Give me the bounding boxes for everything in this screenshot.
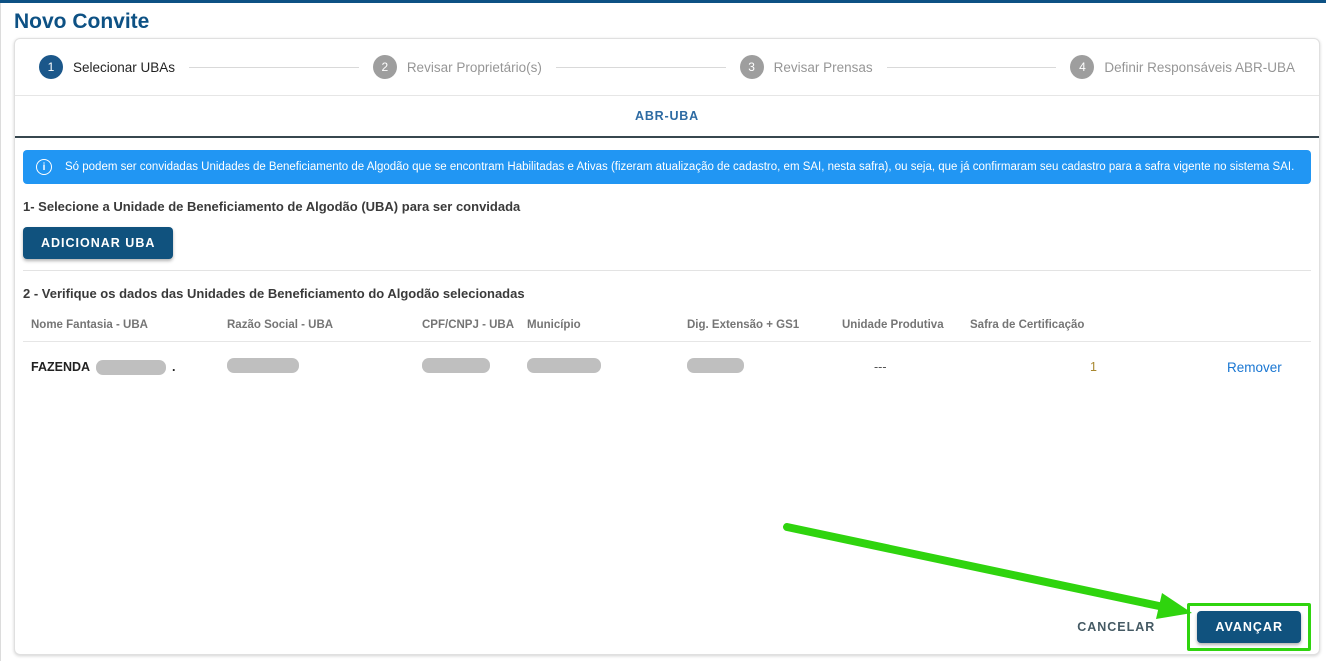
step-selecionar-ubas[interactable]: 1 Selecionar UBAs <box>39 55 175 79</box>
step-1-label: Selecionar UBAs <box>73 60 175 75</box>
step-2-label: Revisar Proprietário(s) <box>407 60 542 75</box>
cell-actions: Remover <box>1135 360 1311 375</box>
cell-dig-extensao-gs1 <box>687 358 842 376</box>
info-icon: i <box>36 159 52 175</box>
step-definir-responsaveis[interactable]: 4 Definir Responsáveis ABR-UBA <box>1070 55 1295 79</box>
info-banner-text: Só podem ser convidadas Unidades de Bene… <box>65 161 1294 173</box>
page-title: Novo Convite <box>14 10 1326 34</box>
cell-municipio <box>527 358 687 376</box>
cell-unidade-produtiva: --- <box>842 360 970 374</box>
new-invite-card: 1 Selecionar UBAs 2 Revisar Proprietário… <box>14 38 1320 655</box>
stepper: 1 Selecionar UBAs 2 Revisar Proprietário… <box>15 39 1319 96</box>
tab-abr-uba[interactable]: ABR-UBA <box>635 109 699 123</box>
cell-safra-certificacao: 1 <box>970 360 1135 374</box>
col-header-cpf-cnpj: CPF/CNPJ - UBA <box>422 319 527 331</box>
col-header-razao-social: Razão Social - UBA <box>227 319 422 331</box>
step-3-label: Revisar Prensas <box>774 60 873 75</box>
remover-link[interactable]: Remover <box>1227 360 1282 375</box>
step-connector <box>887 67 1057 68</box>
section-2-label: 2 - Verifique os dados das Unidades de B… <box>23 286 1311 301</box>
section-divider <box>23 270 1311 271</box>
redacted-value <box>96 360 166 375</box>
table-row: FAZENDA . --- 1 Remover <box>23 342 1311 392</box>
step-3-badge: 3 <box>740 55 764 79</box>
step-connector <box>556 67 726 68</box>
top-accent-line <box>0 0 1326 3</box>
redacted-value <box>527 358 601 373</box>
step-2-badge: 2 <box>373 55 397 79</box>
footer-actions: CANCELAR AVANÇAR <box>1071 603 1311 651</box>
step-4-badge: 4 <box>1070 55 1094 79</box>
adicionar-uba-button[interactable]: ADICIONAR UBA <box>23 227 173 259</box>
tab-content: i Só podem ser convidadas Unidades de Be… <box>15 150 1319 392</box>
step-revisar-proprietarios[interactable]: 2 Revisar Proprietário(s) <box>373 55 542 79</box>
redacted-value <box>687 358 744 373</box>
cell-nome-fantasia: FAZENDA . <box>31 360 227 375</box>
redacted-value <box>227 358 299 373</box>
step-revisar-prensas[interactable]: 3 Revisar Prensas <box>740 55 873 79</box>
info-banner: i Só podem ser convidadas Unidades de Be… <box>23 150 1311 184</box>
redacted-value <box>422 358 490 373</box>
col-header-unidade-produtiva: Unidade Produtiva <box>842 319 970 331</box>
annotation-highlight-box: AVANÇAR <box>1187 603 1311 651</box>
nome-fantasia-prefix: FAZENDA <box>31 360 90 374</box>
cell-razao-social <box>227 358 422 376</box>
step-connector <box>189 67 359 68</box>
col-header-safra-certificacao: Safra de Certificação <box>970 319 1135 331</box>
table-header-row: Nome Fantasia - UBA Razão Social - UBA C… <box>23 309 1311 342</box>
nome-fantasia-suffix: . <box>172 360 175 374</box>
col-header-dig-extensao-gs1: Dig. Extensão + GS1 <box>687 319 842 331</box>
col-header-municipio: Município <box>527 319 687 331</box>
avancar-button[interactable]: AVANÇAR <box>1197 611 1301 643</box>
step-4-label: Definir Responsáveis ABR-UBA <box>1104 60 1295 75</box>
tab-bar: ABR-UBA <box>15 96 1319 138</box>
page-left-border <box>0 3 1 661</box>
section-1-label: 1- Selecione a Unidade de Beneficiamento… <box>23 199 1311 214</box>
cell-cpf-cnpj <box>422 358 527 376</box>
step-1-badge: 1 <box>39 55 63 79</box>
col-header-nome-fantasia: Nome Fantasia - UBA <box>31 319 227 331</box>
cancelar-button[interactable]: CANCELAR <box>1071 619 1161 635</box>
